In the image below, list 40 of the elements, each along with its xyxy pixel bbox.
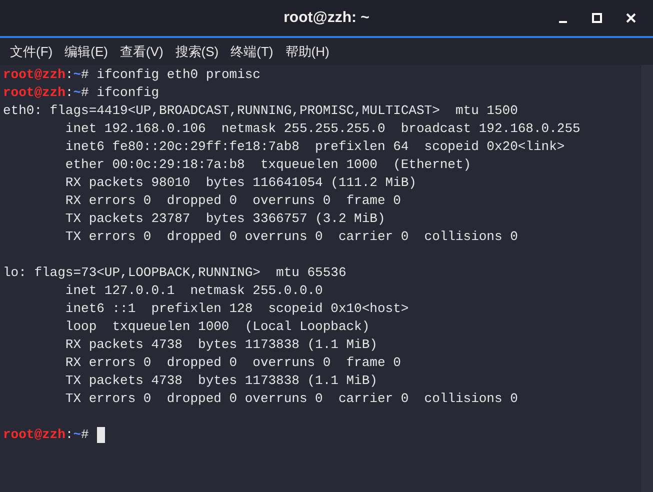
prompt-symbol: #: [81, 84, 89, 102]
prompt-path: ~: [73, 426, 82, 444]
prompt-separator: :: [65, 426, 74, 444]
menu-item[interactable]: 编辑(E): [64, 42, 108, 62]
output-line: RX packets 4738 bytes 1173838 (1.1 MiB): [64, 336, 378, 354]
close-icon: [626, 13, 636, 23]
prompt-user: root@zzh: [3, 426, 66, 444]
output-line: inet6 ::1 prefixlen 128 scopeid 0x10<host>: [64, 300, 409, 318]
window-title: root@zzh: ~: [284, 8, 370, 28]
prompt-path: ~: [73, 66, 82, 84]
output-line: RX errors 0 dropped 0 overruns 0 frame 0: [64, 192, 401, 210]
prompt-symbol: #: [81, 66, 89, 84]
menu-item[interactable]: 终端(T): [230, 42, 274, 62]
output-line: lo: flags=73<UP,LOOPBACK,RUNNING> mtu 65536: [3, 264, 346, 282]
prompt-symbol: #: [81, 426, 89, 444]
prompt-user: root@zzh: [3, 84, 66, 102]
output-line: inet 127.0.0.1 netmask 255.0.0.0: [64, 282, 323, 300]
output-line: RX packets 98010 bytes 116641054 (111.2 MiB): [64, 174, 416, 192]
output-line: ether 00:0c:29:18:7a:b8 txqueuelen 1000 (Ethernet): [64, 156, 472, 174]
menu-item[interactable]: 帮助(H): [285, 42, 330, 62]
output-line: inet6 fe80::20c:29ff:fe18:7ab8 prefixlen 64 scopeid 0x20<link>: [64, 138, 565, 156]
prompt-user: root@zzh: [3, 66, 66, 84]
output-line: TX packets 4738 bytes 1173838 (1.1 MiB): [64, 372, 378, 390]
output-line: inet 192.168.0.106 netmask 255.255.255.0 broadcast 192.168.0.255: [64, 120, 580, 138]
prompt-separator: :: [65, 66, 74, 84]
output-line: RX errors 0 dropped 0 overruns 0 frame 0: [64, 354, 401, 372]
menu-item[interactable]: 搜索(S): [175, 42, 219, 62]
output-line: TX errors 0 dropped 0 overruns 0 carrier 0 collisions 0: [64, 228, 518, 246]
menu-item[interactable]: 查看(V): [120, 42, 164, 62]
menu-item[interactable]: 文件(F): [10, 42, 53, 62]
maximize-icon: [592, 13, 602, 23]
output-line: eth0: flags=4419<UP,BROADCAST,RUNNING,PROMISC,MULTICAST> mtu 1500: [3, 102, 518, 120]
prompt-path: ~: [73, 84, 82, 102]
command-text: ifconfig: [96, 84, 160, 102]
minimize-icon: [559, 21, 567, 23]
command-text: ifconfig eth0 promisc: [96, 66, 260, 84]
prompt-separator: :: [65, 84, 74, 102]
output-line: loop txqueuelen 1000 (Local Loopback): [64, 318, 370, 336]
output-line: TX errors 0 dropped 0 overruns 0 carrier 0 collisions 0: [64, 390, 518, 408]
output-line: TX packets 23787 bytes 3366757 (3.2 MiB): [64, 210, 386, 228]
